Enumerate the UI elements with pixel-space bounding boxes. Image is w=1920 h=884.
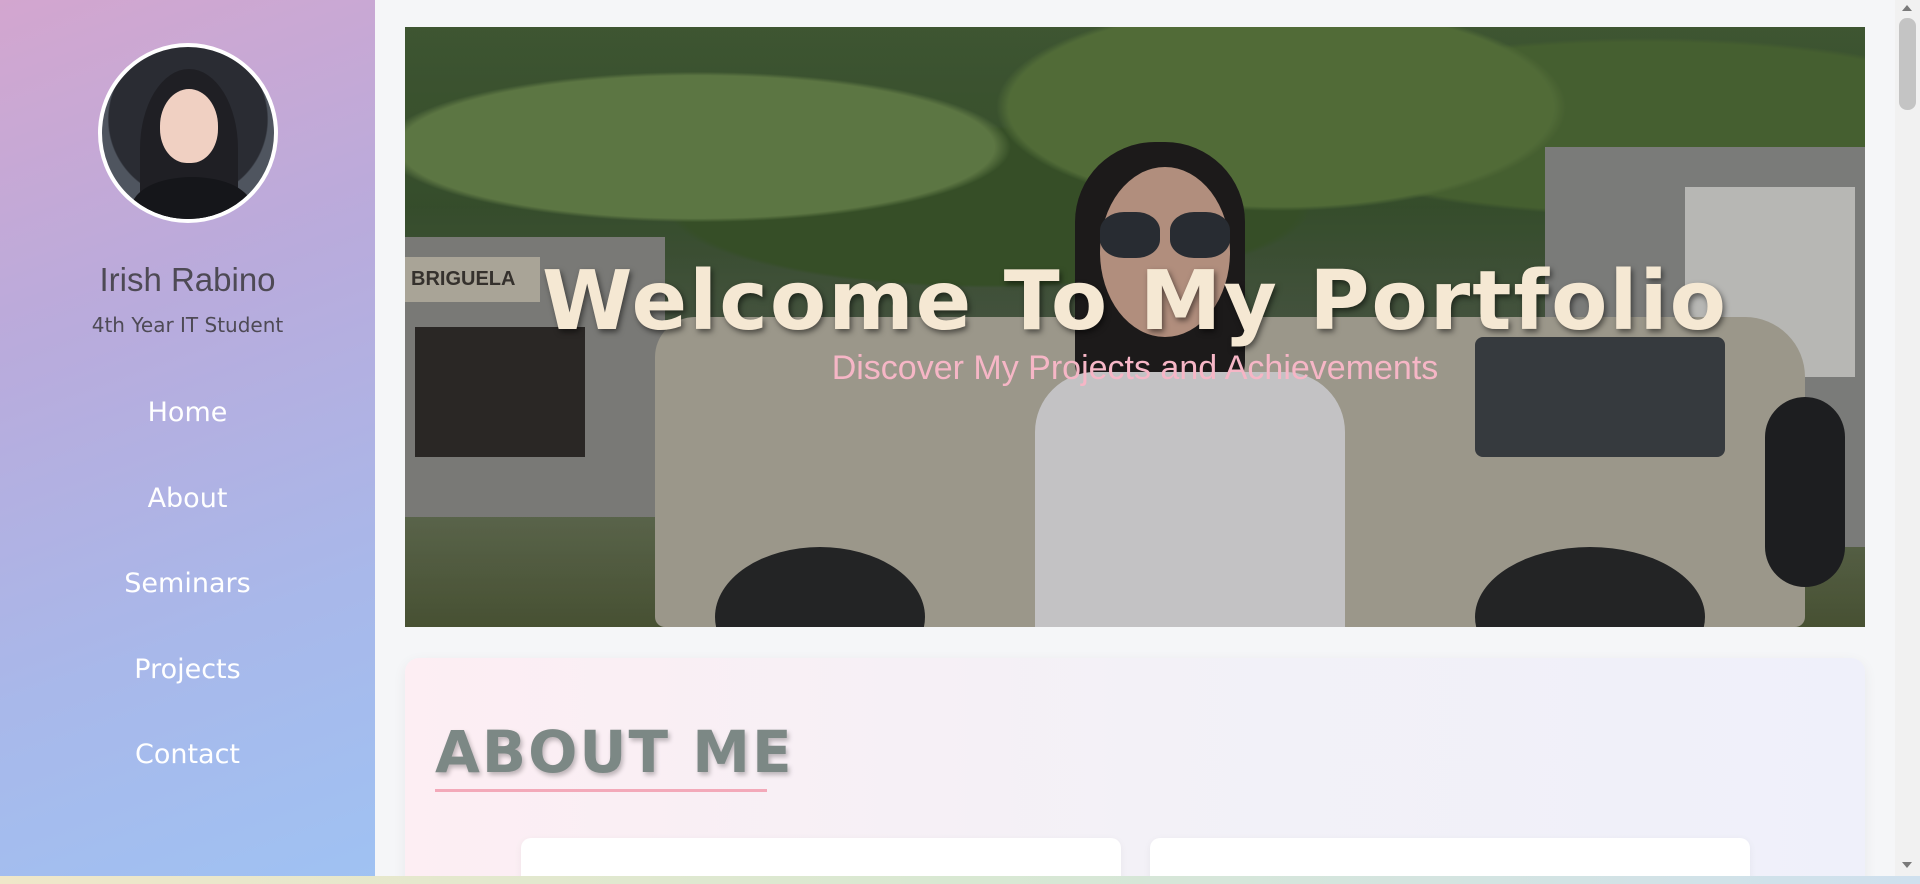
hero-title: Welcome To My Portfolio	[542, 254, 1728, 349]
about-title: ABOUT ME	[435, 718, 794, 786]
nav-item-projects[interactable]: Projects	[134, 627, 240, 713]
about-underline	[435, 789, 767, 792]
hero-banner: BRIGUELA Welcome To My Portfolio Discove…	[405, 27, 1865, 627]
nav-item-home[interactable]: Home	[148, 370, 228, 456]
profile-name: Irish Rabino	[99, 261, 276, 298]
bottom-strip	[0, 876, 1920, 884]
scroll-thumb[interactable]	[1899, 18, 1916, 110]
hero-subtitle: Discover My Projects and Achievements	[831, 349, 1439, 387]
profile-role: 4th Year IT Student	[91, 313, 284, 337]
sidebar: Irish Rabino 4th Year IT Student Home Ab…	[0, 0, 375, 884]
scroll-down-icon[interactable]	[1902, 862, 1912, 868]
nav-item-seminars[interactable]: Seminars	[124, 541, 250, 627]
page-scrollbar[interactable]	[1895, 0, 1920, 876]
nav-item-about[interactable]: About	[148, 456, 228, 542]
avatar	[97, 43, 278, 223]
avatar-face	[159, 89, 218, 163]
sidebar-nav: Home About Seminars Projects Contact	[124, 370, 250, 798]
scroll-up-icon[interactable]	[1902, 5, 1912, 11]
nav-item-contact[interactable]: Contact	[135, 712, 240, 798]
main-content: BRIGUELA Welcome To My Portfolio Discove…	[375, 0, 1895, 884]
about-section: ABOUT ME	[405, 658, 1865, 884]
